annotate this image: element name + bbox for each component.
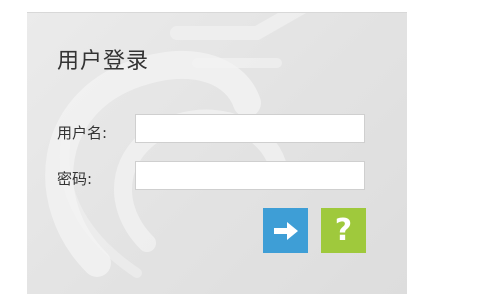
login-title: 用户登录 — [57, 49, 150, 74]
password-label: 密码: — [57, 170, 93, 188]
login-panel: 用户登录 用户名: 密码: ? — [27, 12, 407, 294]
username-label: 用户名: — [57, 124, 108, 142]
arrow-right-icon — [273, 221, 298, 240]
page: 用户登录 用户名: 密码: ? — [0, 0, 479, 294]
login-submit-button[interactable] — [263, 208, 308, 253]
username-input[interactable] — [135, 114, 365, 143]
question-mark-icon: ? — [334, 212, 353, 248]
help-button[interactable]: ? — [321, 208, 366, 253]
password-input[interactable] — [135, 161, 365, 190]
